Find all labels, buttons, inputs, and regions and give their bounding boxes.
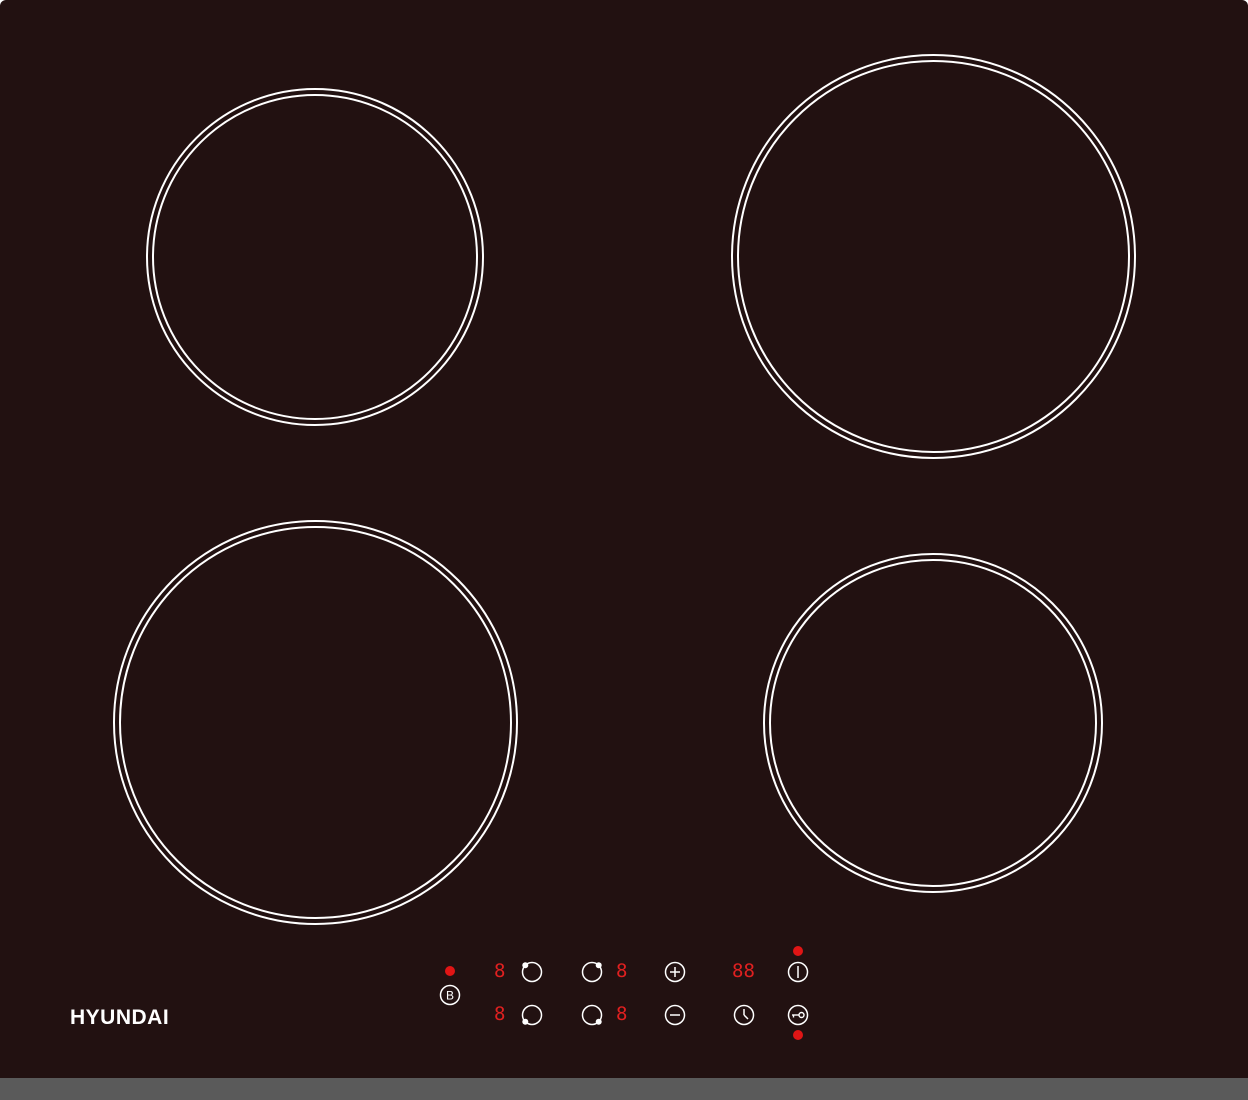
display-zone-rear-left: 8 bbox=[494, 960, 506, 982]
zone-front-left bbox=[113, 520, 518, 925]
select-zone-front-right-button[interactable] bbox=[580, 1003, 604, 1027]
select-zone-rear-right-button[interactable] bbox=[580, 960, 604, 984]
minus-icon bbox=[664, 1004, 686, 1026]
plus-button[interactable] bbox=[663, 960, 687, 984]
power-button[interactable] bbox=[786, 960, 810, 984]
brand-logo: HYUNDAI bbox=[70, 1006, 170, 1029]
zone-front-left-icon bbox=[521, 1004, 543, 1026]
select-zone-front-left-button[interactable] bbox=[520, 1003, 544, 1027]
glass-surface: HYUNDAI B 8 8 8 8 88 bbox=[0, 0, 1248, 1080]
zone-rear-right-icon bbox=[581, 961, 603, 983]
display-zone-front-left: 8 bbox=[494, 1003, 506, 1025]
boost-icon: B bbox=[439, 984, 461, 1006]
zone-rear-left-icon bbox=[521, 961, 543, 983]
plus-icon bbox=[664, 961, 686, 983]
display-zone-rear-right: 8 bbox=[616, 960, 628, 982]
zone-front-right-icon bbox=[581, 1004, 603, 1026]
zone-front-right bbox=[763, 553, 1103, 893]
front-frame bbox=[0, 1078, 1248, 1100]
boost-button[interactable]: B bbox=[438, 983, 462, 1007]
clock-icon bbox=[733, 1004, 755, 1026]
minus-button[interactable] bbox=[663, 1003, 687, 1027]
timer-display: 88 bbox=[732, 960, 755, 982]
select-zone-rear-left-button[interactable] bbox=[520, 960, 544, 984]
power-indicator-led bbox=[793, 946, 803, 956]
key-lock-icon bbox=[787, 1004, 809, 1026]
zone-rear-left bbox=[146, 88, 484, 426]
cooktop: HYUNDAI B 8 8 8 8 88 bbox=[0, 0, 1248, 1100]
timer-button[interactable] bbox=[732, 1003, 756, 1027]
power-icon bbox=[787, 961, 809, 983]
svg-text:B: B bbox=[446, 989, 454, 1003]
zone-rear-right bbox=[731, 54, 1136, 459]
child-lock-button[interactable] bbox=[786, 1003, 810, 1027]
display-zone-front-right: 8 bbox=[616, 1003, 628, 1025]
lock-indicator-led bbox=[793, 1030, 803, 1040]
boost-indicator-led bbox=[445, 966, 455, 976]
